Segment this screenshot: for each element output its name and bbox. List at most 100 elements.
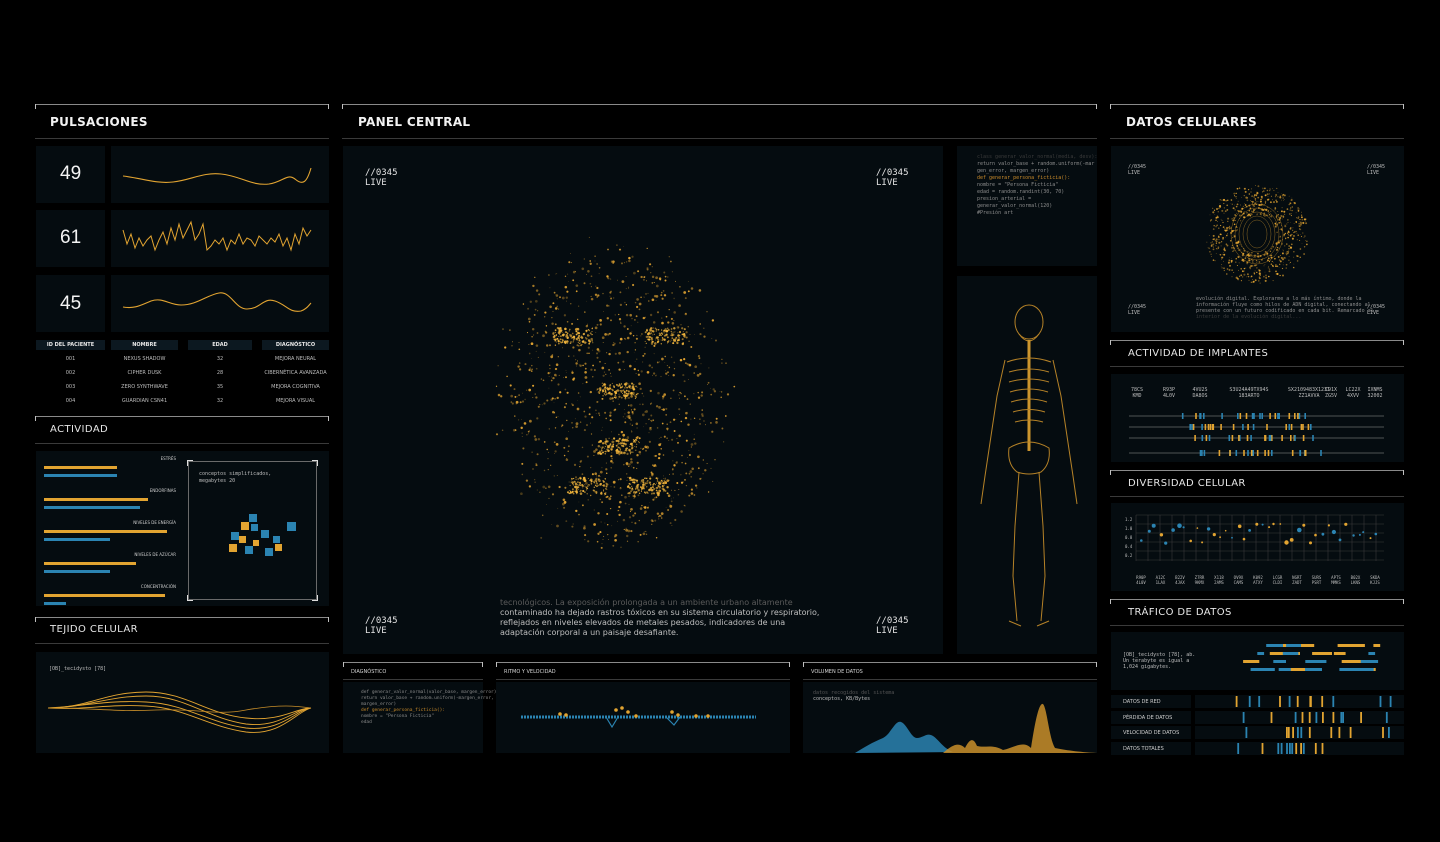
table-cell: 002 [65,370,76,376]
table-cell: CIPHER DUSK [127,370,162,376]
traffic-row-label: PÉRDIDA DE DATOS [1123,714,1173,721]
table-header: ID DEL PACIENTE [36,340,105,350]
diag-divider [343,679,483,680]
traffic-row-track [1195,695,1404,708]
cell-particles [1206,184,1308,284]
diag-title: DIAGNÓSTICO [351,669,387,675]
bar-orange [44,562,137,565]
volume-divider [803,679,1097,680]
pulse-title: PULSACIONES [50,115,148,129]
implant-tracks [1129,413,1384,456]
header-tick [496,662,497,667]
table-cell: 003 [65,384,76,390]
traffic-title: TRÁFICO DE DATOS [1128,607,1232,618]
code-line: def generar_persona_ficticia(): [977,175,1071,181]
implants-panel: 78CS KMD R93P 4L0V 4VU2S DA8OS S3U24A49TX94S 18… [1111,374,1404,462]
traffic-row-label: VELOCIDAD DE DATOS [1123,730,1180,736]
diversity-header-line [1110,470,1404,471]
traffic-row-bars [1237,742,1324,754]
code-line: generar_valor_normal(120) [977,203,1053,209]
center-title-divider [342,138,1097,139]
rhythm-header-line [496,662,790,663]
cell-title: DATOS CELULARES [1126,115,1258,129]
header-tick [1403,340,1404,345]
diversity-code: Z7RR 9KMX [1190,575,1210,585]
bar-label: CONCENTRACIÓN [140,584,176,589]
diversity-code: K092 ATXY [1248,575,1268,585]
header-tick [343,662,344,667]
traffic-header-line [1110,599,1404,600]
skeleton-figure [980,304,1078,627]
tissue-title-divider [35,643,329,644]
header-tick [1403,104,1404,109]
diversity-code-line: 4JAX [1175,580,1185,585]
face-particles [495,236,736,549]
rhythm-divider [496,679,790,680]
table-header: NOMBRE [111,340,178,350]
activity-map-frame: conceptos simplificados, megabytes 20 [187,460,318,601]
bar-label: ESTRÉS [160,456,176,461]
diversity-code-line: PSRT [1311,580,1322,585]
header-tick [803,662,804,667]
header-tick [1110,104,1111,109]
traffic-row-bars [1235,696,1392,707]
bar-label: ENDORFINAS [149,488,176,493]
diversity-code-line: 1LAX [1155,580,1166,585]
header-tick [328,104,329,109]
header-tick [1096,662,1097,667]
implants-header-line [1110,340,1404,341]
volume-header-line [803,662,1097,663]
diversity-code: A12C 1LAX [1151,575,1171,585]
pulse-wave [122,167,312,185]
diversity-code: X118 2AMS [1209,575,1229,585]
cell-title-divider [1110,138,1404,139]
header-tick [328,416,329,421]
table-cell: GUARDIAN CSN41 [121,398,168,404]
pulse-value-box: 61 [36,210,105,267]
diversity-code-line: 9KMX [1194,580,1205,585]
code-line: nombre = "Persona Ficticia" [977,182,1059,188]
table-cell: CIBERNÉTICA AVANZADA [264,370,327,376]
diversity-code: SKDA KJJS [1365,575,1385,585]
header-tick [789,662,790,667]
bar-orange [44,498,149,501]
traffic-row-label: DATOS TOTALES [1123,745,1164,752]
skeleton-panel [957,276,1097,654]
traffic-row-track [1195,710,1404,724]
traffic-row-bars [1242,711,1388,723]
diag-line: edad [361,720,372,725]
code-line: presion_arterial = [977,196,1032,202]
activity-bars: ESTRÉS ENDORFINAS NIVELES DE ENERGÍA NIVELE… [44,451,176,606]
table-header: DIAGNÓSTICO [262,340,329,350]
cell-note-line: interior de la evolución digital... [1196,314,1302,320]
code-line: #Presión art [977,210,1014,216]
table-cell: 35 [216,384,224,390]
header-tick [1403,470,1404,475]
pulse-wave-box [111,275,329,332]
header-tick [342,104,343,109]
traffic-divider [1110,625,1404,626]
bar-label: NIVELES DE ENERGÍA [133,520,176,525]
rhythm-title: RITMO Y VELOCIDAD [504,669,556,675]
diversity-code-line: 2AMS [1214,580,1224,585]
diversity-code-line: 4L0V [1136,580,1146,585]
implants-divider [1110,366,1404,367]
code-line: class generar_valor_normal(media, desv): [977,154,1098,160]
diversity-panel: 1.2 1.0 0.8 0.4 0.2 R90P 4L0V A12C 1LAX B22V 4JAX… [1111,503,1404,591]
header-tick [35,416,36,421]
header-tick [1110,599,1111,604]
pulse-wave [122,220,312,252]
diversity-code: APTS MMKS [1326,575,1346,585]
code-line: return valor_base + random.uniform(-mar [977,161,1095,167]
pulse-value: 49 [60,163,82,184]
table-header: EDAD [188,340,252,350]
bar-blue [44,506,141,509]
diversity-title: DIVERSIDAD CELULAR [1128,478,1246,489]
diag-line: return valor_base + random.uniform(-marg… [361,696,494,701]
bar-orange [44,594,166,597]
header-tick [35,104,36,109]
diagnosis-panel: def generar_valor_normal(valor_base, mar… [343,682,499,753]
diversity-code-line: LKNS [1350,580,1361,585]
table-cell: 001 [65,356,76,362]
narrative-line: tecnológicos. La exposición prolongada a… [500,598,793,607]
